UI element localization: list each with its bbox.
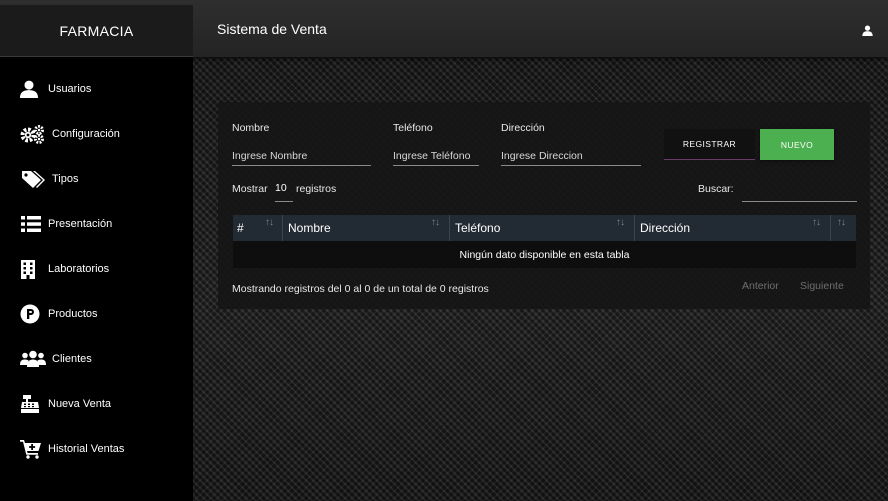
sidebar-item-label: Laboratorios bbox=[48, 262, 110, 275]
show-entries-suffix: registros bbox=[296, 183, 337, 195]
column-label: Nombre bbox=[288, 221, 331, 235]
column-header-number[interactable]: # ↑↓ bbox=[233, 215, 283, 241]
tags-icon bbox=[20, 169, 50, 189]
sort-arrows-icon: ↑↓ bbox=[616, 217, 625, 228]
nombre-label: Nombre bbox=[232, 122, 270, 134]
sidebar-item-productos[interactable]: Productos bbox=[0, 291, 193, 336]
cogs-icon bbox=[20, 124, 50, 144]
column-header-extra[interactable]: ↑↓ bbox=[831, 215, 856, 241]
building-icon bbox=[20, 259, 46, 279]
column-header-nombre[interactable]: Nombre ↑↓ bbox=[283, 215, 450, 241]
sidebar-item-laboratorios[interactable]: Laboratorios bbox=[0, 246, 193, 291]
table-empty-message: Ningún dato disponible en esta tabla bbox=[233, 241, 856, 268]
direccion-label: Dirección bbox=[501, 122, 545, 134]
registrar-button[interactable]: REGISTRAR bbox=[664, 129, 755, 160]
sidebar-item-clientes[interactable]: Clientes bbox=[0, 336, 193, 381]
sidebar-item-nueva-venta[interactable]: Nueva Venta bbox=[0, 381, 193, 426]
list-icon bbox=[20, 214, 46, 234]
direccion-input[interactable] bbox=[501, 146, 641, 166]
brand-logo[interactable]: FARMACIA bbox=[0, 5, 193, 57]
cash-register-icon bbox=[20, 394, 46, 414]
sidebar-item-label: Presentación bbox=[48, 217, 113, 230]
sidebar-item-configuracion[interactable]: Configuración bbox=[0, 111, 193, 156]
user-icon[interactable] bbox=[862, 25, 873, 36]
sort-arrows-icon: ↑↓ bbox=[812, 217, 821, 228]
cart-plus-icon bbox=[20, 439, 46, 459]
sidebar-item-label: Clientes bbox=[52, 352, 92, 365]
column-label: Dirección bbox=[640, 221, 691, 235]
sidebar-item-presentacion[interactable]: Presentación bbox=[0, 201, 193, 246]
search-input[interactable] bbox=[742, 182, 857, 202]
user-icon bbox=[20, 79, 46, 99]
table-info: Mostrando registros del 0 al 0 de un tot… bbox=[232, 283, 489, 295]
sort-arrows-icon: ↑↓ bbox=[837, 217, 846, 228]
sidebar-item-historial-ventas[interactable]: Historial Ventas bbox=[0, 426, 193, 471]
next-page-button[interactable]: Siguiente bbox=[800, 280, 844, 292]
product-p-icon bbox=[20, 304, 46, 324]
column-header-telefono[interactable]: Teléfono ↑↓ bbox=[450, 215, 635, 241]
sort-arrows-icon: ↑↓ bbox=[431, 217, 440, 228]
sidebar: Usuarios Configuración Tipos Presentació… bbox=[0, 57, 193, 501]
sidebar-item-tipos[interactable]: Tipos bbox=[0, 156, 193, 201]
top-navbar: FARMACIA Sistema de Venta bbox=[0, 0, 888, 57]
column-header-direccion[interactable]: Dirección ↑↓ bbox=[635, 215, 831, 241]
table-header: # ↑↓ Nombre ↑↓ Teléfono ↑↓ Dirección ↑↓ … bbox=[233, 215, 856, 241]
search-label: Buscar: bbox=[698, 183, 734, 195]
clientes-panel: Nombre Teléfono Dirección REGISTRAR NUEV… bbox=[218, 102, 870, 309]
column-label: # bbox=[237, 221, 244, 235]
column-label: Teléfono bbox=[455, 221, 501, 235]
sidebar-item-label: Historial Ventas bbox=[48, 442, 125, 455]
page-title: Sistema de Venta bbox=[217, 21, 327, 37]
users-icon bbox=[20, 349, 50, 369]
show-entries-prefix: Mostrar bbox=[232, 183, 268, 195]
sort-arrows-icon: ↑↓ bbox=[265, 217, 274, 228]
nuevo-button[interactable]: NUEVO bbox=[760, 129, 834, 160]
telefono-input[interactable] bbox=[393, 146, 479, 166]
sidebar-item-label: Usuarios bbox=[48, 82, 92, 95]
page-length-select[interactable]: 10 bbox=[275, 182, 293, 202]
prev-page-button[interactable]: Anterior bbox=[742, 280, 779, 292]
sidebar-item-label: Nueva Venta bbox=[48, 397, 111, 410]
telefono-label: Teléfono bbox=[393, 122, 433, 134]
sidebar-item-label: Configuración bbox=[52, 127, 120, 140]
nombre-input[interactable] bbox=[232, 146, 371, 166]
sidebar-item-label: Productos bbox=[48, 307, 98, 320]
sidebar-item-label: Tipos bbox=[52, 172, 79, 185]
sidebar-item-usuarios[interactable]: Usuarios bbox=[0, 66, 193, 111]
